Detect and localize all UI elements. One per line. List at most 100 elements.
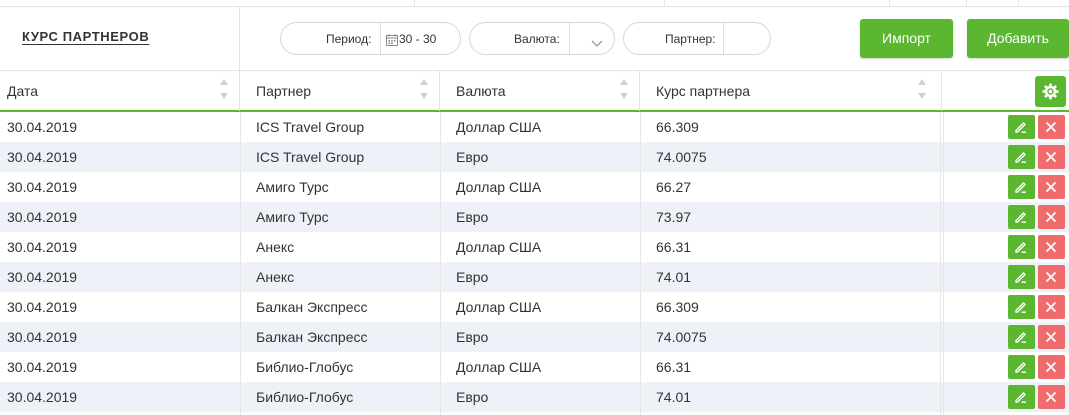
page-title: КУРС ПАРТНЕРОВ (22, 29, 150, 44)
cell-rate: 66.309 (656, 299, 699, 315)
page-header: КУРС ПАРТНЕРОВ Период: 30 - 30 Валюта: П… (0, 6, 1069, 71)
cell-date: 30.04.2019 (7, 149, 78, 165)
cell-currency: Евро (456, 269, 489, 285)
edit-button[interactable] (1008, 235, 1035, 259)
cell-partner: ICS Travel Group (256, 119, 365, 135)
delete-button[interactable] (1038, 325, 1065, 349)
close-icon (1045, 271, 1057, 283)
cell-rate: 66.309 (656, 119, 699, 135)
sort-arrows-icon[interactable] (918, 79, 927, 101)
delete-button[interactable] (1038, 235, 1065, 259)
table-row: 30.04.2019 Балкан Экспресс Евро 74.0075 (0, 322, 1069, 352)
delete-button[interactable] (1038, 115, 1065, 139)
gear-icon (1042, 83, 1059, 103)
column-header-rate[interactable]: Курс партнера (640, 71, 942, 111)
delete-button[interactable] (1038, 385, 1065, 409)
table-row: 30.04.2019 Амиго Турс Доллар США 66.27 (0, 172, 1069, 202)
cell-currency: Доллар США (456, 119, 542, 135)
import-button[interactable]: Импорт (860, 19, 953, 58)
cell-date: 30.04.2019 (7, 209, 78, 225)
delete-button[interactable] (1038, 205, 1065, 229)
column-header-partner[interactable]: Партнер (240, 71, 440, 111)
cell-currency: Евро (456, 209, 489, 225)
pencil-icon (1015, 182, 1026, 193)
calendar-icon[interactable] (386, 33, 398, 46)
cell-partner: Анекс (256, 269, 295, 285)
cell-partner: Амиго Турс (256, 179, 329, 195)
cell-rate: 74.0075 (656, 149, 707, 165)
table-row: 30.04.2019 Библио-Глобус Евро 74.01 (0, 382, 1069, 412)
pencil-icon (1015, 362, 1026, 373)
partner-filter[interactable]: Партнер: (623, 22, 771, 55)
table-row: 30.04.2019 Анекс Доллар США 66.31 (0, 232, 1069, 262)
edit-button[interactable] (1008, 145, 1035, 169)
edit-button[interactable] (1008, 325, 1035, 349)
cell-currency: Евро (456, 329, 489, 345)
edit-button[interactable] (1008, 295, 1035, 319)
table-row: 30.04.2019 Библио-Глобус Доллар США 66.3… (0, 352, 1069, 382)
pencil-icon (1015, 332, 1026, 343)
cell-rate: 73.97 (656, 209, 692, 225)
edit-button[interactable] (1008, 265, 1035, 289)
cell-currency: Доллар США (456, 299, 542, 315)
pencil-icon (1015, 302, 1026, 313)
edit-button[interactable] (1008, 205, 1035, 229)
cell-date: 30.04.2019 (7, 389, 78, 405)
close-icon (1045, 181, 1057, 193)
delete-button[interactable] (1038, 265, 1065, 289)
sort-arrows-icon[interactable] (420, 79, 429, 101)
close-icon (1045, 331, 1057, 343)
cell-partner: Балкан Экспресс (256, 299, 368, 315)
edit-button[interactable] (1008, 385, 1035, 409)
column-header-currency[interactable]: Валюта (440, 71, 640, 111)
cell-rate: 74.01 (656, 389, 692, 405)
chevron-down-icon[interactable] (591, 35, 603, 47)
cell-rate: 66.31 (656, 359, 692, 375)
add-button[interactable]: Добавить (967, 19, 1069, 58)
table-body: 30.04.2019 Библио-Глобус Евро 74.01 30.0… (0, 112, 1069, 415)
delete-button[interactable] (1038, 355, 1065, 379)
currency-select[interactable]: Валюта: (469, 22, 615, 55)
cell-partner: Анекс (256, 239, 295, 255)
settings-button[interactable] (1035, 76, 1066, 107)
cell-rate: 74.0075 (656, 329, 707, 345)
table-row: 30.04.2019 Анекс Евро 74.01 (0, 262, 1069, 292)
table-row: 30.04.2019 Балкан Экспресс Доллар США 66… (0, 292, 1069, 322)
cell-currency: Евро (456, 149, 489, 165)
period-input[interactable]: 30 - 30 (399, 32, 436, 46)
edit-button[interactable] (1008, 355, 1035, 379)
cell-rate: 66.27 (656, 179, 692, 195)
cell-currency: Доллар США (456, 359, 542, 375)
sort-arrows-icon[interactable] (620, 79, 629, 101)
close-icon (1045, 301, 1057, 313)
period-filter[interactable]: Период: 30 - 30 (280, 22, 461, 55)
table-header: Дата Партнер Валюта Курс партнера (0, 70, 1069, 112)
delete-button[interactable] (1038, 145, 1065, 169)
table-row: 30.04.2019 Амиго Турс Евро 73.97 (0, 202, 1069, 232)
column-header-date[interactable]: Дата (0, 71, 240, 111)
pencil-icon (1015, 392, 1026, 403)
close-icon (1045, 361, 1057, 373)
pencil-icon (1015, 152, 1026, 163)
cell-currency: Доллар США (456, 179, 542, 195)
cell-partner: Амиго Турс (256, 209, 329, 225)
edit-button[interactable] (1008, 175, 1035, 199)
close-icon (1045, 211, 1057, 223)
cell-date: 30.04.2019 (7, 179, 78, 195)
edit-button[interactable] (1008, 115, 1035, 139)
cell-date: 30.04.2019 (7, 269, 78, 285)
cell-date: 30.04.2019 (7, 359, 78, 375)
period-label: Период: (326, 32, 372, 46)
close-icon (1045, 391, 1057, 403)
partner-label: Партнер: (665, 32, 716, 46)
close-icon (1045, 151, 1057, 163)
delete-button[interactable] (1038, 175, 1065, 199)
pencil-icon (1015, 272, 1026, 283)
cell-date: 30.04.2019 (7, 239, 78, 255)
currency-label: Валюта: (514, 32, 560, 46)
table-row: 30.04.2019 ICS Travel Group Евро 74.0075 (0, 142, 1069, 172)
cell-date: 30.04.2019 (7, 119, 78, 135)
delete-button[interactable] (1038, 295, 1065, 319)
cell-partner: Балкан Экспресс (256, 329, 368, 345)
sort-arrows-icon[interactable] (220, 79, 229, 101)
